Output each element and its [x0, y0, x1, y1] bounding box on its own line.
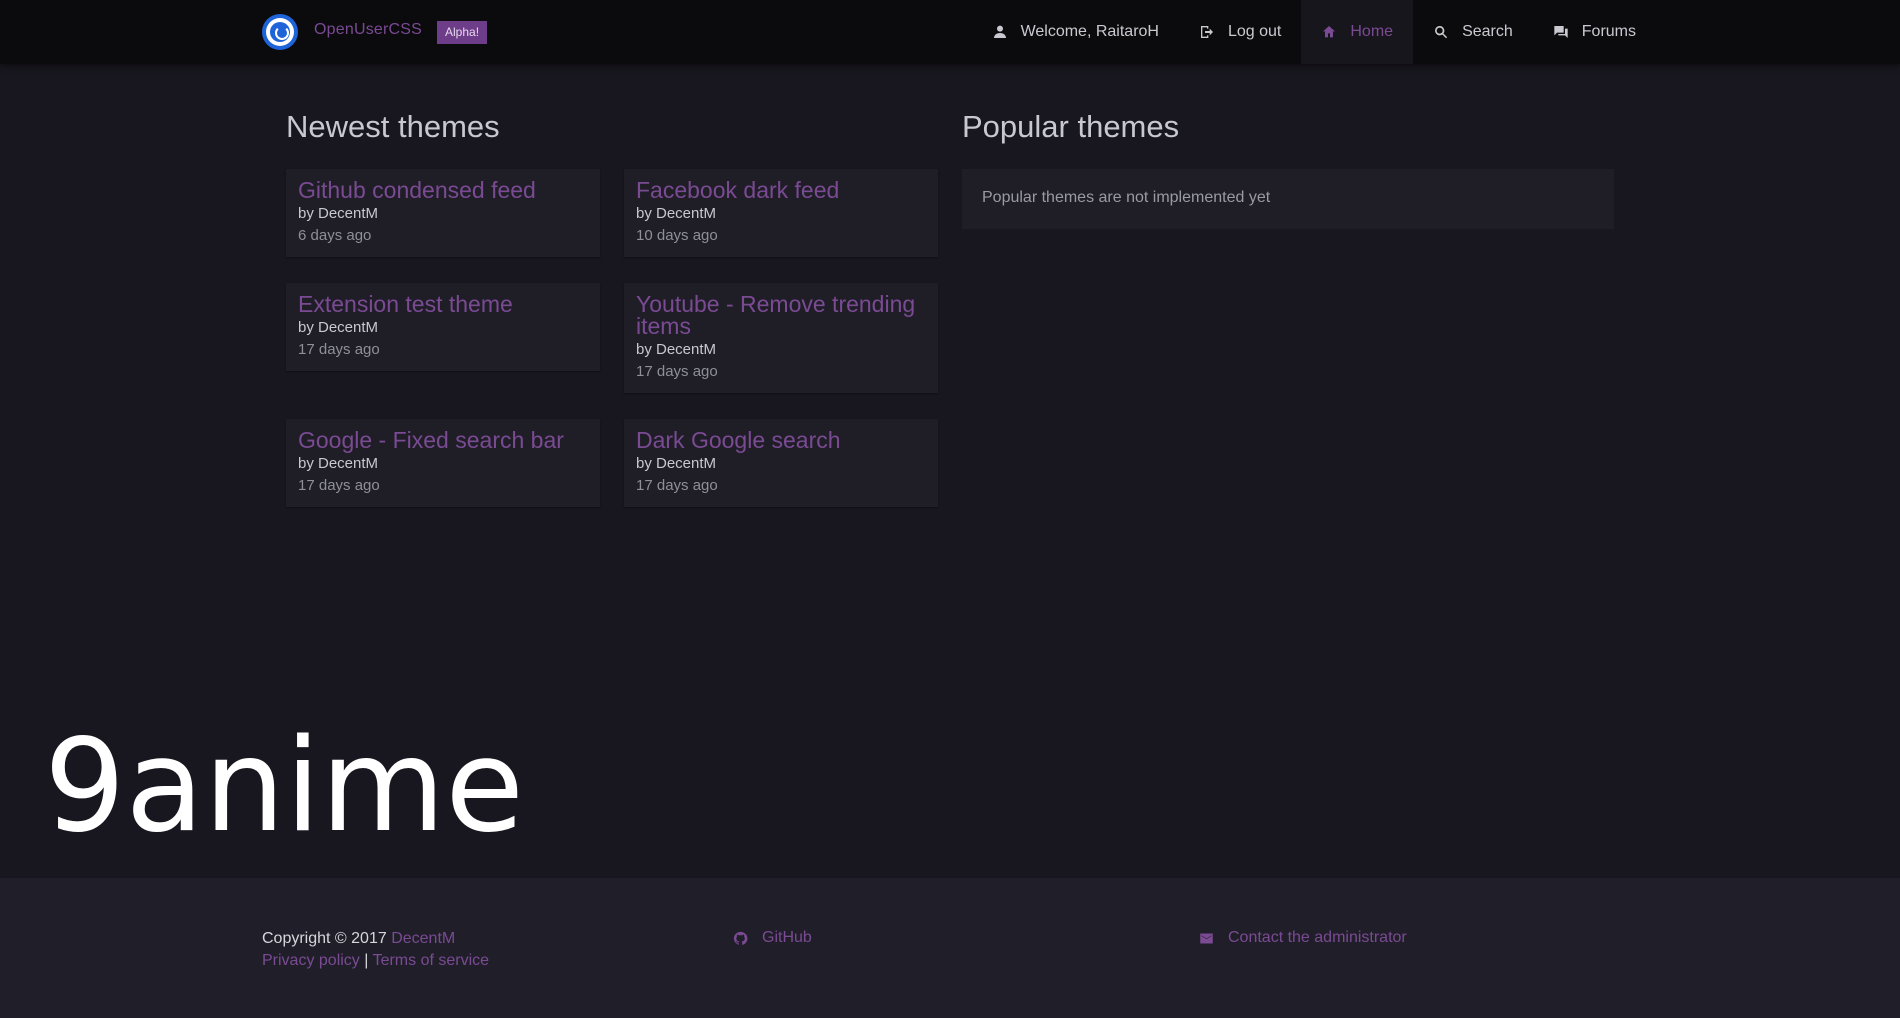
popular-themes-title: Popular themes — [962, 109, 1180, 144]
theme-author: by DecentM — [636, 341, 717, 358]
brand-logo-icon[interactable] — [262, 14, 298, 50]
nav-item-welcome[interactable]: Welcome, RaitaroH — [972, 0, 1179, 64]
footer: Copyright © 2017 DecentM Privacy policy … — [0, 878, 1900, 1018]
theme-title-link[interactable]: Dark Google search — [636, 429, 926, 452]
nav-item-label: Log out — [1227, 23, 1282, 40]
theme-time: 6 days ago — [298, 227, 372, 244]
theme-title-link[interactable]: Youtube - Remove trending items — [636, 293, 926, 338]
theme-title-link[interactable]: Github condensed feed — [298, 179, 588, 202]
contact-admin-link[interactable]: Contact the administrator — [1199, 929, 1407, 947]
theme-title-link[interactable]: Google - Fixed search bar — [298, 429, 588, 452]
theme-title-link[interactable]: Extension test theme — [298, 293, 588, 316]
nav-item-home[interactable]: Home — [1301, 0, 1414, 64]
author-link[interactable]: DecentM — [391, 930, 455, 947]
navbar: OpenUserCSS Alpha! Welcome, RaitaroH Log… — [0, 0, 1900, 64]
terms-of-service-link[interactable]: Terms of service — [373, 952, 489, 969]
theme-time: 17 days ago — [636, 477, 718, 494]
home-icon — [1323, 26, 1336, 38]
copyright-text: Copyright © 2017 — [262, 930, 387, 947]
theme-author: by DecentM — [298, 455, 379, 472]
forum-icon — [1554, 26, 1568, 38]
nav-item-logout[interactable]: Log out — [1179, 0, 1301, 64]
theme-time: 17 days ago — [636, 363, 718, 380]
theme-author: by DecentM — [636, 455, 717, 472]
github-label: GitHub — [762, 929, 812, 946]
nav-item-label: Welcome, RaitaroH — [1020, 23, 1159, 40]
logout-icon — [1200, 26, 1213, 38]
nav-item-label: Forums — [1581, 23, 1636, 40]
brand-name[interactable]: OpenUserCSS — [314, 21, 422, 39]
theme-card[interactable]: Dark Google search by DecentM 17 days ag… — [624, 419, 938, 507]
nav-item-label: Home — [1350, 23, 1394, 40]
person-icon — [993, 25, 1006, 38]
theme-card[interactable]: Google - Fixed search bar by DecentM 17 … — [286, 419, 600, 507]
alpha-badge: Alpha! — [437, 21, 488, 44]
github-icon — [733, 931, 748, 945]
watermark-text: 9anime — [44, 712, 524, 861]
theme-author: by DecentM — [636, 205, 717, 222]
github-link[interactable]: GitHub — [733, 929, 812, 947]
theme-card[interactable]: Github condensed feed by DecentM 6 days … — [286, 169, 600, 257]
theme-time: 17 days ago — [298, 341, 380, 358]
theme-card[interactable]: Youtube - Remove trending items by Decen… — [624, 283, 938, 393]
newest-themes-title: Newest themes — [286, 109, 500, 144]
search-icon — [1435, 26, 1448, 39]
nav-menu: Welcome, RaitaroH Log out Home Search Fo… — [972, 0, 1656, 64]
privacy-policy-link[interactable]: Privacy policy — [262, 952, 360, 969]
nav-item-search[interactable]: Search — [1413, 0, 1533, 64]
theme-title-link[interactable]: Facebook dark feed — [636, 179, 926, 202]
nav-item-label: Search — [1462, 23, 1513, 40]
theme-card[interactable]: Extension test theme by DecentM 17 days … — [286, 283, 600, 371]
popular-themes-message: Popular themes are not implemented yet — [962, 169, 1614, 229]
nav-item-forums[interactable]: Forums — [1533, 0, 1656, 64]
theme-time: 17 days ago — [298, 477, 380, 494]
theme-author: by DecentM — [298, 205, 379, 222]
footer-copyright-block: Copyright © 2017 DecentM Privacy policy … — [262, 928, 489, 972]
theme-author: by DecentM — [298, 319, 379, 336]
contact-label: Contact the administrator — [1228, 929, 1407, 946]
theme-card[interactable]: Facebook dark feed by DecentM 10 days ag… — [624, 169, 938, 257]
footer-separator: | — [364, 952, 369, 969]
theme-time: 10 days ago — [636, 227, 718, 244]
mail-icon — [1200, 933, 1213, 943]
